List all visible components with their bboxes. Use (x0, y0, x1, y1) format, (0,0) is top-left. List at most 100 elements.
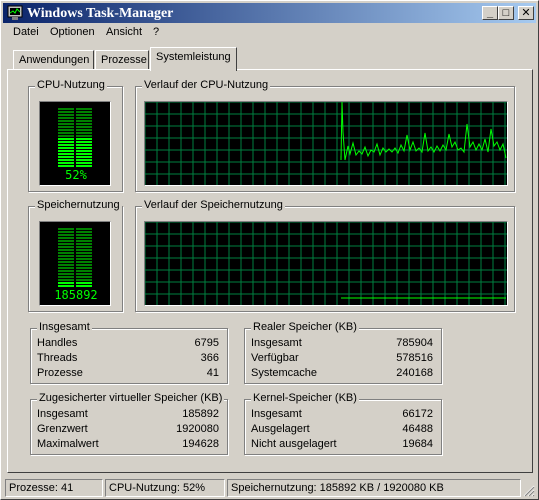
status-bar: Prozesse: 41 CPU-Nutzung: 52% Speichernu… (3, 478, 536, 498)
system-cache-label: Systemcache (251, 367, 318, 379)
physical-memory-row-total: Insgesamt 785904 (245, 337, 441, 351)
kernel-total-label: Insgesamt (251, 408, 302, 420)
tab-prozesse[interactable]: Prozesse (95, 50, 149, 70)
meter-segment (58, 273, 92, 275)
meter-segment (58, 255, 92, 257)
cpu-usage-title: CPU-Nutzung (35, 79, 107, 91)
physical-memory-title: Realer Speicher (KB) (251, 321, 359, 333)
kernel-paged-label: Ausgelagert (251, 423, 310, 435)
meter-segment (58, 111, 92, 113)
kernel-memory-group: Kernel-Speicher (KB) Insgesamt 66172 Aus… (244, 392, 442, 455)
menu-optionen[interactable]: Optionen (50, 26, 95, 38)
close-button[interactable]: ✕ (518, 6, 534, 20)
kernel-total-value: 66172 (402, 408, 433, 420)
meter-segment (58, 228, 92, 230)
kernel-row-total: Insgesamt 66172 (245, 408, 441, 422)
totals-row-processes: Prozesse 41 (31, 367, 227, 381)
totals-title: Insgesamt (37, 321, 92, 333)
meter-segment (58, 261, 92, 263)
meter-segment (58, 234, 92, 236)
meter-segment (58, 144, 92, 146)
physical-memory-row-cache: Systemcache 240168 (245, 367, 441, 381)
memory-history-group: Verlauf der Speichernutzung (135, 199, 515, 312)
resize-grip-icon[interactable] (523, 485, 535, 497)
menu-ansicht[interactable]: Ansicht (106, 26, 142, 38)
commit-row-limit: Grenzwert 1920080 (31, 423, 227, 437)
memory-meter-bars (58, 228, 92, 288)
meter-segment (58, 114, 92, 116)
meter-segment (58, 147, 92, 149)
kernel-paged-value: 46488 (402, 423, 433, 435)
meter-segment (58, 129, 92, 131)
meter-segment (58, 276, 92, 278)
memory-history-title: Verlauf der Speichernutzung (142, 199, 285, 211)
cpu-history-graph (144, 101, 508, 186)
commit-peak-label: Maximalwert (37, 438, 99, 450)
meter-segment (58, 108, 92, 110)
menu-datei[interactable]: Datei (13, 26, 39, 38)
meter-segment (58, 285, 92, 287)
window-title: Windows Task-Manager (27, 6, 174, 21)
memory-usage-group: Speichernutzung 185892 (28, 199, 123, 312)
totals-group: Insgesamt Handles 6795 Threads 366 Proze… (30, 321, 228, 384)
memory-history-chart (145, 222, 507, 305)
kernel-row-nonpaged: Nicht ausgelagert 19684 (245, 438, 441, 452)
handles-label: Handles (37, 337, 78, 349)
physical-available-label: Verfügbar (251, 352, 299, 364)
threads-value: 366 (200, 352, 219, 364)
meter-segment (58, 150, 92, 152)
physical-total-value: 785904 (396, 337, 433, 349)
commit-limit-label: Grenzwert (37, 423, 88, 435)
cpu-history-grid (145, 102, 507, 185)
memory-usage-meter: 185892 (39, 221, 111, 306)
minimize-button[interactable]: _ (482, 6, 498, 20)
status-cpu: CPU-Nutzung: 52% (105, 479, 225, 497)
memory-history-grid (145, 222, 507, 305)
handles-value: 6795 (194, 337, 219, 349)
commit-row-total: Insgesamt 185892 (31, 408, 227, 422)
cpu-history-chart (145, 102, 507, 185)
meter-segment (58, 264, 92, 266)
commit-total-label: Insgesamt (37, 408, 88, 420)
commit-total-value: 185892 (182, 408, 219, 420)
meter-segment (58, 267, 92, 269)
menu-help[interactable]: ? (153, 26, 159, 38)
meter-segment (58, 123, 92, 125)
meter-segment (58, 153, 92, 155)
meter-segment (58, 162, 92, 164)
meter-segment (58, 159, 92, 161)
physical-memory-group: Realer Speicher (KB) Insgesamt 785904 Ve… (244, 321, 442, 384)
menu-bar: Datei Optionen Ansicht ? (3, 24, 536, 42)
cpu-meter-bars (58, 108, 92, 168)
meter-segment (58, 243, 92, 245)
memory-usage-title: Speichernutzung (35, 199, 122, 211)
commit-charge-group: Zugesicherter virtueller Speicher (KB) I… (30, 392, 228, 455)
meter-segment (58, 126, 92, 128)
kernel-nonpaged-label: Nicht ausgelagert (251, 438, 337, 450)
cpu-history-group: Verlauf der CPU-Nutzung (135, 79, 515, 192)
physical-memory-row-available: Verfügbar 578516 (245, 352, 441, 366)
meter-segment (58, 231, 92, 233)
meter-segment (58, 237, 92, 239)
maximize-button[interactable]: □ (498, 6, 514, 20)
kernel-row-paged: Ausgelagert 46488 (245, 423, 441, 437)
meter-segment (58, 117, 92, 119)
system-cache-value: 240168 (396, 367, 433, 379)
meter-segment (58, 138, 92, 140)
meter-segment (58, 240, 92, 242)
commit-limit-value: 1920080 (176, 423, 219, 435)
cpu-history-title: Verlauf der CPU-Nutzung (142, 79, 271, 91)
commit-row-peak: Maximalwert 194628 (31, 438, 227, 452)
threads-label: Threads (37, 352, 78, 364)
meter-segment (58, 165, 92, 167)
meter-segment (58, 141, 92, 143)
commit-peak-value: 194628 (182, 438, 219, 450)
memory-history-graph (144, 221, 508, 306)
meter-segment (58, 270, 92, 272)
tab-systemleistung[interactable]: Systemleistung (150, 47, 237, 71)
physical-total-label: Insgesamt (251, 337, 302, 349)
meter-segment (58, 249, 92, 251)
totals-row-handles: Handles 6795 (31, 337, 227, 351)
tab-anwendungen[interactable]: Anwendungen (13, 50, 94, 70)
title-bar[interactable]: Windows Task-Manager _ □ ✕ (3, 3, 536, 23)
